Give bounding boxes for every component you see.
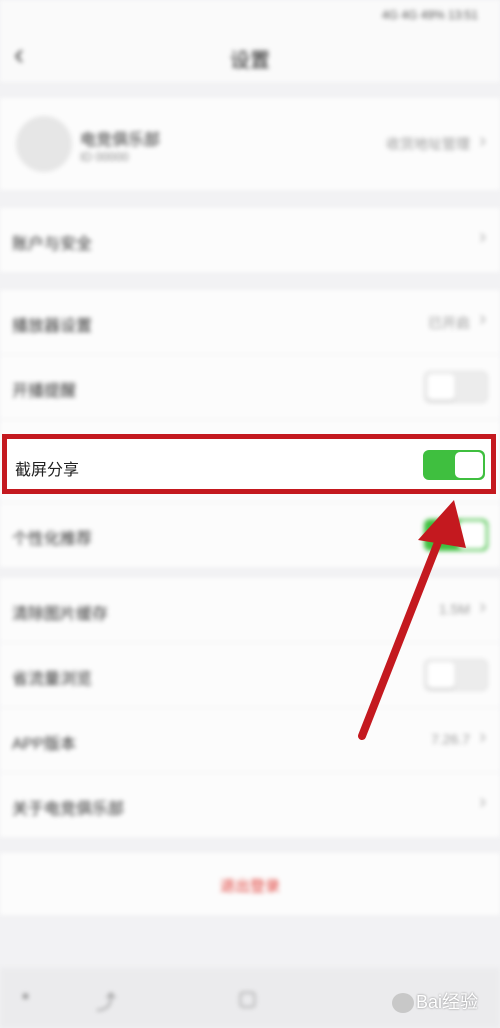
data-saver-row: 省流量浏览 [0,643,500,708]
profile-subtitle: ID 00000 [80,150,129,164]
row-label: 截屏分享 [15,462,80,479]
chevron-right-icon: › [479,791,486,813]
row-value: 1.5M [438,601,470,617]
profile-name: 电竞俱乐部 [80,132,161,149]
app-version-row[interactable]: APP版本 7.26.7 › [0,708,500,773]
row-label: 个性化推荐 [12,531,93,548]
navigation-bar: ‹ 设置 [0,30,500,82]
address-link[interactable]: 收货地址管理 [386,134,470,154]
chevron-right-icon: › [479,308,486,330]
watermark-text: Bai经验 [415,992,478,1012]
live-reminder-row: 开播提醒 [0,355,500,420]
row-label: 省流量浏览 [12,671,93,688]
screenshot-share-row: 截屏分享 [2,434,496,494]
clear-cache-row[interactable]: 清除图片缓存 1.5M › [0,578,500,643]
row-label: APP版本 [12,736,77,753]
avatar [16,116,72,172]
paw-icon [391,993,414,1014]
baidu-watermark: Bai经验 [390,988,478,1014]
status-text: 4G 4G 49% 13:51 [381,8,478,22]
chevron-right-icon: › [479,226,486,248]
live-reminder-toggle[interactable] [424,371,488,403]
player-settings-row[interactable]: 播放器设置 已开启 › [0,290,500,355]
row-value: 7.26.7 [431,731,470,747]
personalized-toggle[interactable] [424,519,488,551]
account-security-row[interactable]: 账户与安全 › [0,208,500,272]
row-value: 已开启 [428,315,470,331]
logout-button[interactable]: 退出登录 [0,853,500,915]
settings-section: 播放器设置 已开启 › 开播提醒 个性化推荐 [0,290,500,567]
chevron-right-icon: › [479,130,486,152]
chevron-right-icon: › [479,726,486,748]
screenshot-share-toggle[interactable] [423,450,485,480]
row-label: 开播提醒 [12,383,77,400]
personalized-row: 个性化推荐 [0,503,500,567]
data-saver-toggle[interactable] [424,659,488,691]
page-title: 设置 [230,50,270,72]
home-icon[interactable]: ▢ [238,986,257,1011]
row-label: 清除图片缓存 [12,606,109,623]
recent-icon[interactable]: ⤴ [96,986,116,1015]
account-section: 账户与安全 › [0,208,500,272]
chevron-right-icon: › [479,596,486,618]
back-icon[interactable]: • [22,986,29,1009]
misc-section: 清除图片缓存 1.5M › 省流量浏览 APP版本 7.26.7 › 关于电竞俱… [0,578,500,837]
row-label: 播放器设置 [12,318,93,335]
row-label: 关于电竞俱乐部 [12,801,125,818]
profile-card[interactable]: 电竞俱乐部 ID 00000 收货地址管理 › [0,98,500,190]
about-row[interactable]: 关于电竞俱乐部 › [0,773,500,837]
status-bar: 4G 4G 49% 13:51 [0,0,500,30]
row-label: 账户与安全 [12,236,93,253]
logout-label: 退出登录 [219,878,280,895]
